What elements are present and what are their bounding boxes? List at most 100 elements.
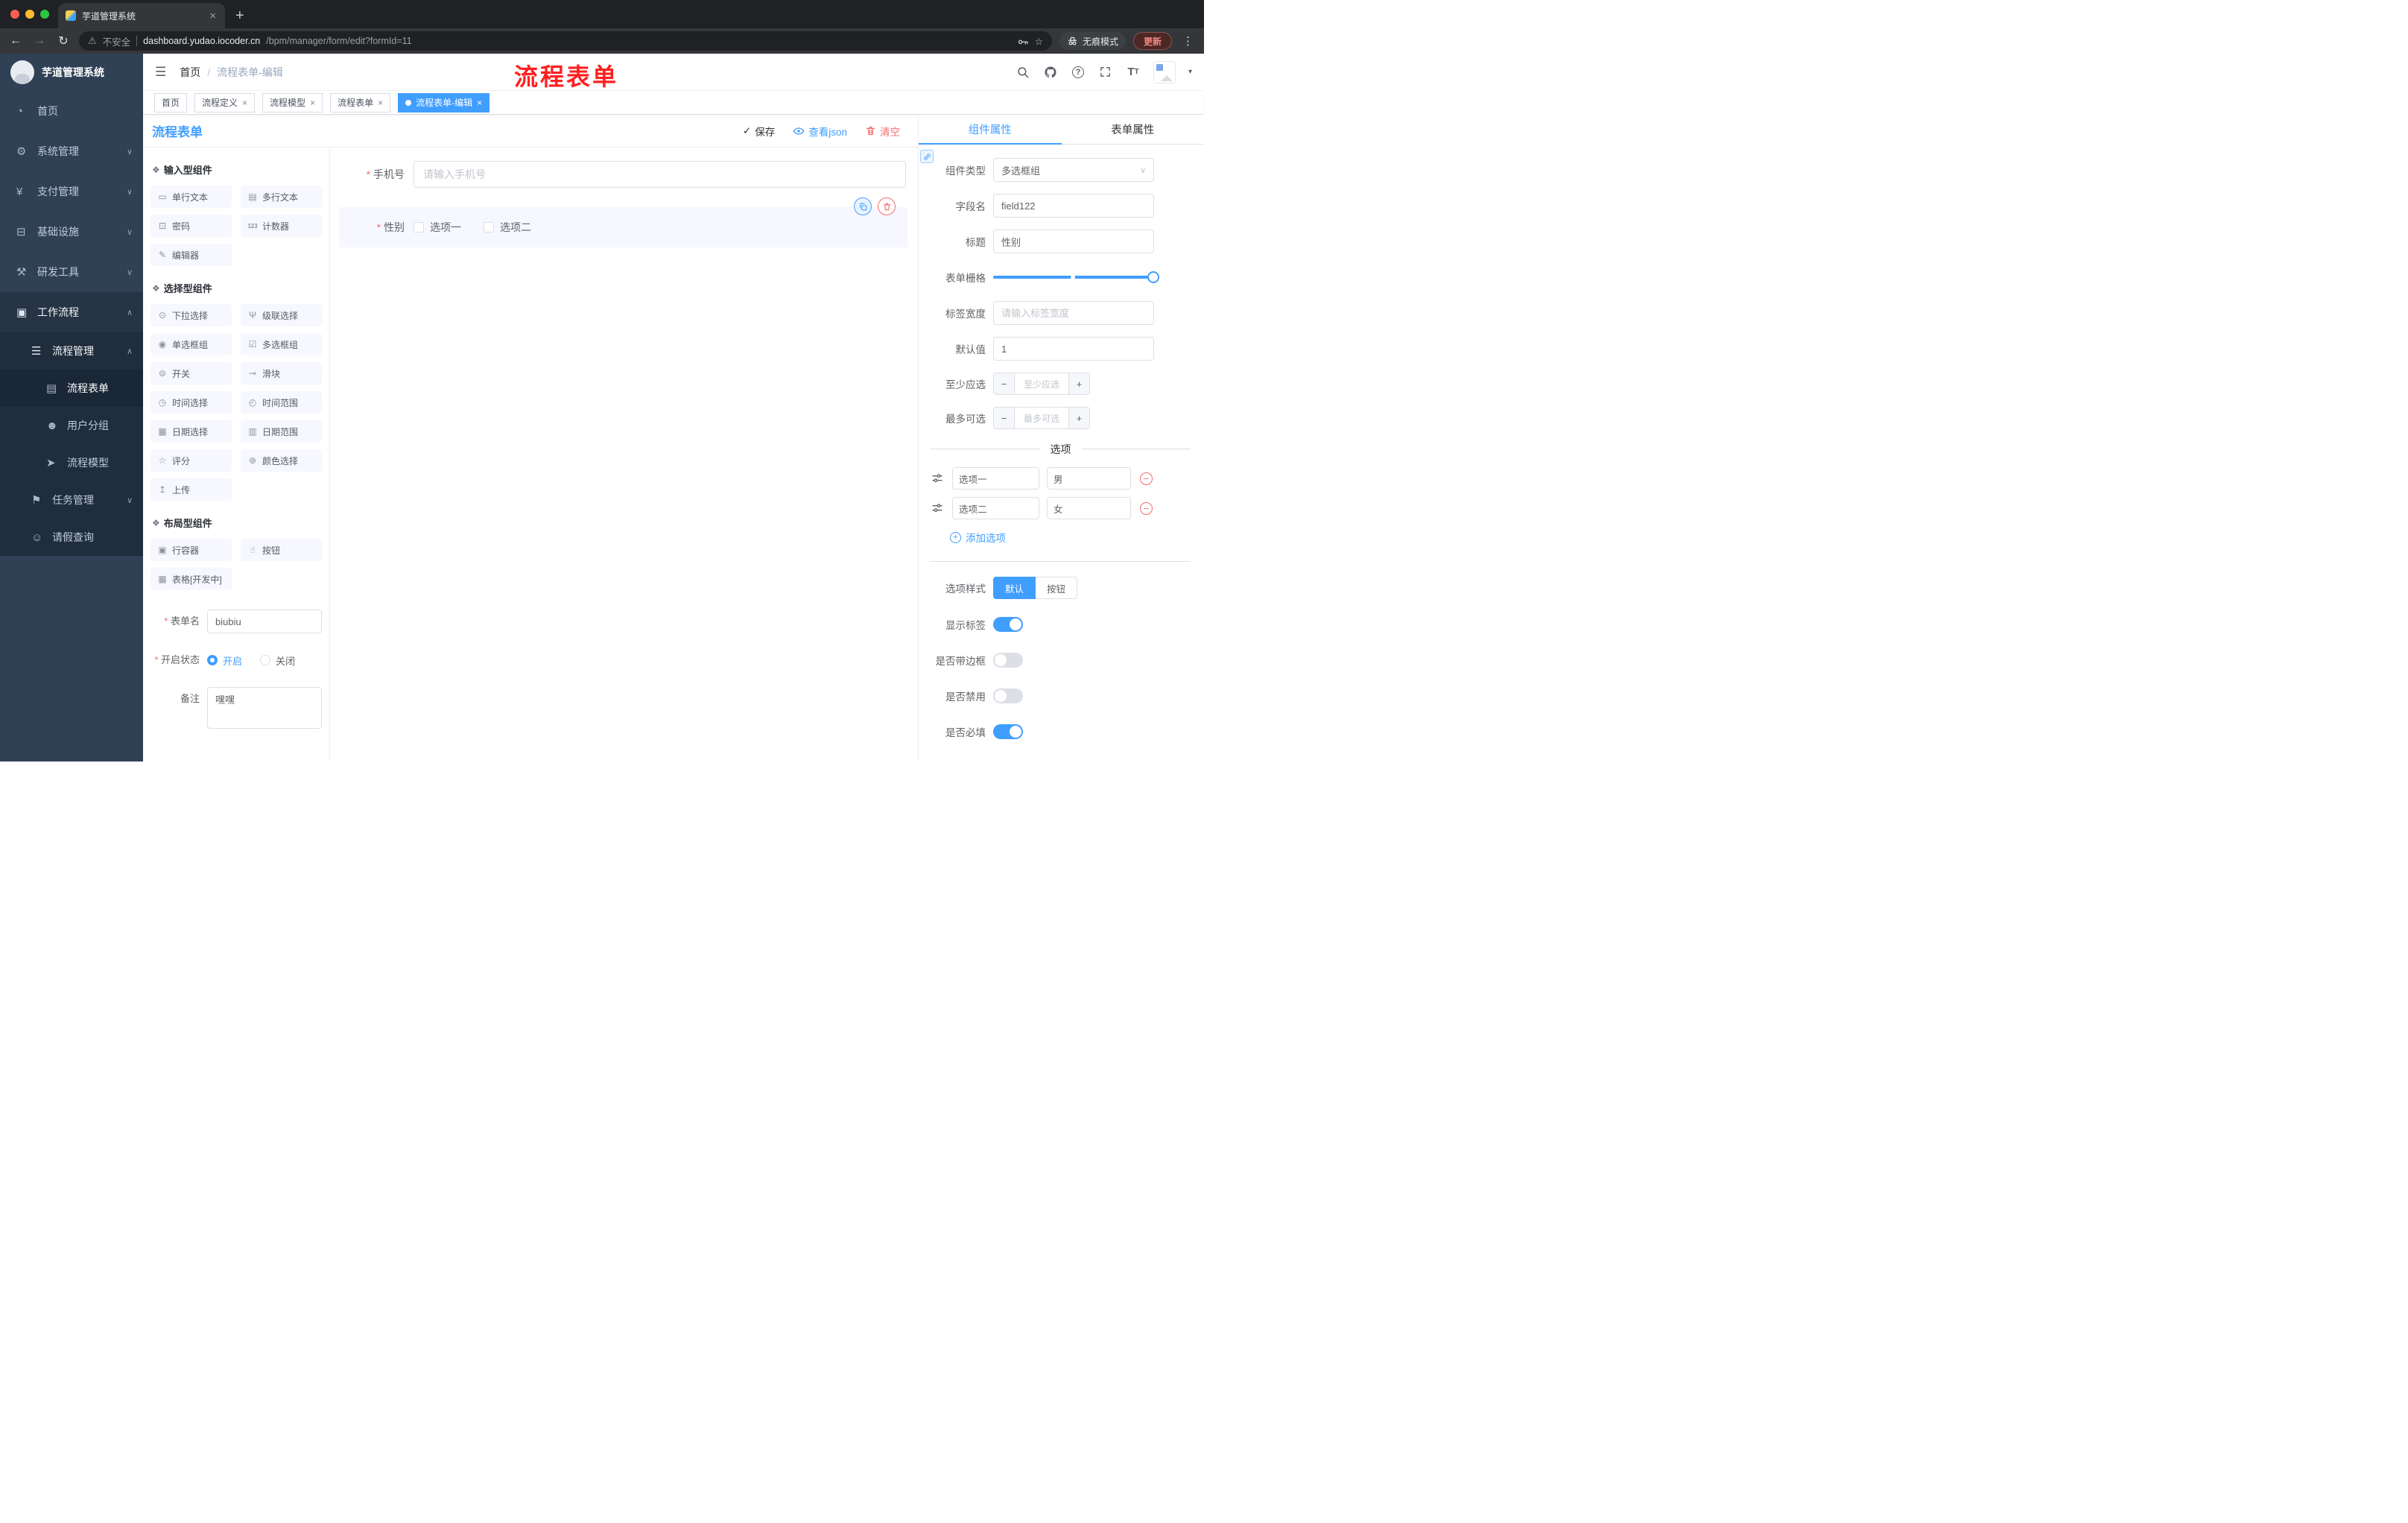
field-name-input[interactable] xyxy=(993,194,1154,218)
checkbox-unchecked-icon[interactable] xyxy=(484,222,494,232)
password-key-icon[interactable] xyxy=(1017,35,1029,47)
sidebar-item-system[interactable]: ⚙ 系统管理 ∨ xyxy=(0,131,143,171)
hamburger-icon[interactable]: ☰ xyxy=(155,65,166,80)
form-canvas[interactable]: 手机号 xyxy=(330,148,918,762)
tag-close-icon[interactable]: × xyxy=(477,98,482,107)
copy-field-button[interactable] xyxy=(854,197,872,215)
sidebar-item-leave-query[interactable]: ☺ 请假查询 xyxy=(0,519,143,556)
status-radio-off[interactable]: 关闭 xyxy=(260,653,295,668)
palette-item-button[interactable]: ☝ 按钮 xyxy=(241,539,322,561)
title-input[interactable] xyxy=(993,229,1154,253)
back-icon[interactable]: ← xyxy=(7,34,24,48)
tag-process-model[interactable]: 流程模型 × xyxy=(262,92,323,113)
tab-form-props[interactable]: 表单属性 xyxy=(1062,115,1205,144)
palette-item-select[interactable]: ⊙ 下拉选择 xyxy=(150,304,232,326)
tab-close-icon[interactable]: × xyxy=(208,10,218,22)
forward-icon[interactable]: → xyxy=(31,34,48,48)
tag-close-icon[interactable]: × xyxy=(242,98,247,107)
sidebar-item-devtools[interactable]: ⚒ 研发工具 ∨ xyxy=(0,252,143,292)
palette-item-date-picker[interactable]: ▦ 日期选择 xyxy=(150,420,232,443)
avatar-caret-icon[interactable]: ▾ xyxy=(1188,68,1192,76)
save-button[interactable]: ✓ 保存 xyxy=(743,124,775,139)
style-button-button[interactable]: 按钮 xyxy=(1036,577,1078,599)
browser-menu-icon[interactable]: ⋮ xyxy=(1179,34,1197,48)
option-value-input[interactable] xyxy=(1047,497,1131,519)
link-icon[interactable] xyxy=(920,150,934,163)
min-select-value[interactable]: 至少应选 xyxy=(1015,373,1068,394)
palette-item-row-container[interactable]: ▣ 行容器 xyxy=(150,539,232,561)
font-size-icon[interactable]: TT xyxy=(1126,65,1141,80)
drag-handle-icon[interactable] xyxy=(931,472,943,484)
user-avatar[interactable] xyxy=(1153,60,1176,83)
option-name-input[interactable] xyxy=(952,467,1039,490)
palette-item-editor[interactable]: ✎ 编辑器 xyxy=(150,244,232,266)
reload-icon[interactable]: ↻ xyxy=(55,34,72,48)
zoom-window-button[interactable] xyxy=(40,10,49,19)
gender-option1-checkbox[interactable]: 选项一 xyxy=(414,220,461,235)
form-remark-textarea[interactable]: 嘿嘿 xyxy=(207,687,322,729)
delete-field-button[interactable] xyxy=(878,197,896,215)
minimize-window-button[interactable] xyxy=(25,10,34,19)
status-radio-on[interactable]: 开启 xyxy=(207,653,242,668)
palette-item-rate[interactable]: ☆ 评分 xyxy=(150,449,232,472)
palette-item-radio-group[interactable]: ◉ 单选框组 xyxy=(150,333,232,355)
sidebar-item-task-mgmt[interactable]: ⚑ 任务管理 ∨ xyxy=(0,481,143,519)
label-width-input[interactable] xyxy=(993,301,1154,325)
new-tab-button[interactable]: + xyxy=(235,8,244,23)
tag-close-icon[interactable]: × xyxy=(310,98,315,107)
show-label-switch[interactable] xyxy=(993,617,1023,632)
browser-tab[interactable]: 芋道管理系统 × xyxy=(58,3,225,28)
sidebar-item-workflow[interactable]: ▣ 工作流程 ∧ xyxy=(0,292,143,332)
checkbox-unchecked-icon[interactable] xyxy=(414,222,424,232)
github-icon[interactable] xyxy=(1043,65,1058,80)
tag-close-icon[interactable]: × xyxy=(378,98,383,107)
remove-option-icon[interactable]: − xyxy=(1140,472,1153,485)
palette-item-password[interactable]: ⊡ 密码 xyxy=(150,215,232,237)
increase-button[interactable]: + xyxy=(1068,373,1089,394)
sidebar-item-pay[interactable]: ¥ 支付管理 ∨ xyxy=(0,171,143,212)
palette-item-multi-line-text[interactable]: ▤ 多行文本 xyxy=(241,186,322,208)
close-window-button[interactable] xyxy=(10,10,19,19)
sidebar-item-process-form[interactable]: ▤ 流程表单 xyxy=(0,370,143,407)
slider-track[interactable] xyxy=(993,271,1159,283)
slider-handle[interactable] xyxy=(1147,271,1159,283)
sidebar-item-home[interactable]: ◔ 首页 xyxy=(0,91,143,131)
bookmark-star-icon[interactable]: ☆ xyxy=(1035,36,1043,47)
tag-process-definition[interactable]: 流程定义 × xyxy=(194,92,256,113)
form-grid-slider[interactable] xyxy=(993,265,1159,289)
tag-process-form-edit[interactable]: 流程表单-编辑 × xyxy=(398,92,490,113)
decrease-button[interactable]: − xyxy=(994,408,1015,428)
sidebar-item-infra[interactable]: ⊟ 基础设施 ∨ xyxy=(0,212,143,252)
disabled-switch[interactable] xyxy=(993,688,1023,703)
option-value-input[interactable] xyxy=(1047,467,1131,490)
tag-home[interactable]: 首页 xyxy=(154,92,188,113)
drag-handle-icon[interactable] xyxy=(931,502,943,514)
palette-item-color-picker[interactable]: ⊛ 颜色选择 xyxy=(241,449,322,472)
security-warning-icon[interactable]: ⚠ xyxy=(88,35,97,47)
palette-item-single-line-text[interactable]: ▭ 单行文本 xyxy=(150,186,232,208)
address-bar[interactable]: ⚠ 不安全 dashboard.yudao.iocoder.cn /bpm/ma… xyxy=(79,31,1052,51)
increase-button[interactable]: + xyxy=(1068,408,1089,428)
tag-process-form[interactable]: 流程表单 × xyxy=(330,92,391,113)
decrease-button[interactable]: − xyxy=(994,373,1015,394)
form-name-input[interactable] xyxy=(207,609,322,633)
sidebar-item-process-mgmt[interactable]: ☰ 流程管理 ∧ xyxy=(0,332,143,370)
palette-item-counter[interactable]: 123 计数器 xyxy=(241,215,322,237)
required-switch[interactable] xyxy=(993,724,1023,739)
sidebar-item-user-group[interactable]: ☻ 用户分组 xyxy=(0,407,143,444)
palette-item-switch[interactable]: ⊜ 开关 xyxy=(150,362,232,384)
clear-button[interactable]: 清空 xyxy=(865,124,900,139)
help-icon[interactable]: ? xyxy=(1071,65,1086,80)
fullscreen-icon[interactable] xyxy=(1098,65,1113,80)
palette-item-time-picker[interactable]: ◷ 时间选择 xyxy=(150,391,232,414)
sidebar-logo[interactable]: 芋道管理系统 xyxy=(0,54,143,91)
browser-update-button[interactable]: 更新 xyxy=(1132,32,1172,50)
max-select-value[interactable]: 最多可选 xyxy=(1015,408,1068,428)
sidebar-item-process-model[interactable]: ➤ 流程模型 xyxy=(0,444,143,481)
phone-input[interactable] xyxy=(414,161,906,188)
palette-item-cascader[interactable]: Ψ 级联选择 xyxy=(241,304,322,326)
palette-item-checkbox-group[interactable]: ☑ 多选框组 xyxy=(241,333,322,355)
default-value-input[interactable] xyxy=(993,337,1154,361)
breadcrumb-root[interactable]: 首页 xyxy=(180,65,200,80)
canvas-field-gender[interactable]: 性别 选项一 选项二 xyxy=(339,197,907,247)
